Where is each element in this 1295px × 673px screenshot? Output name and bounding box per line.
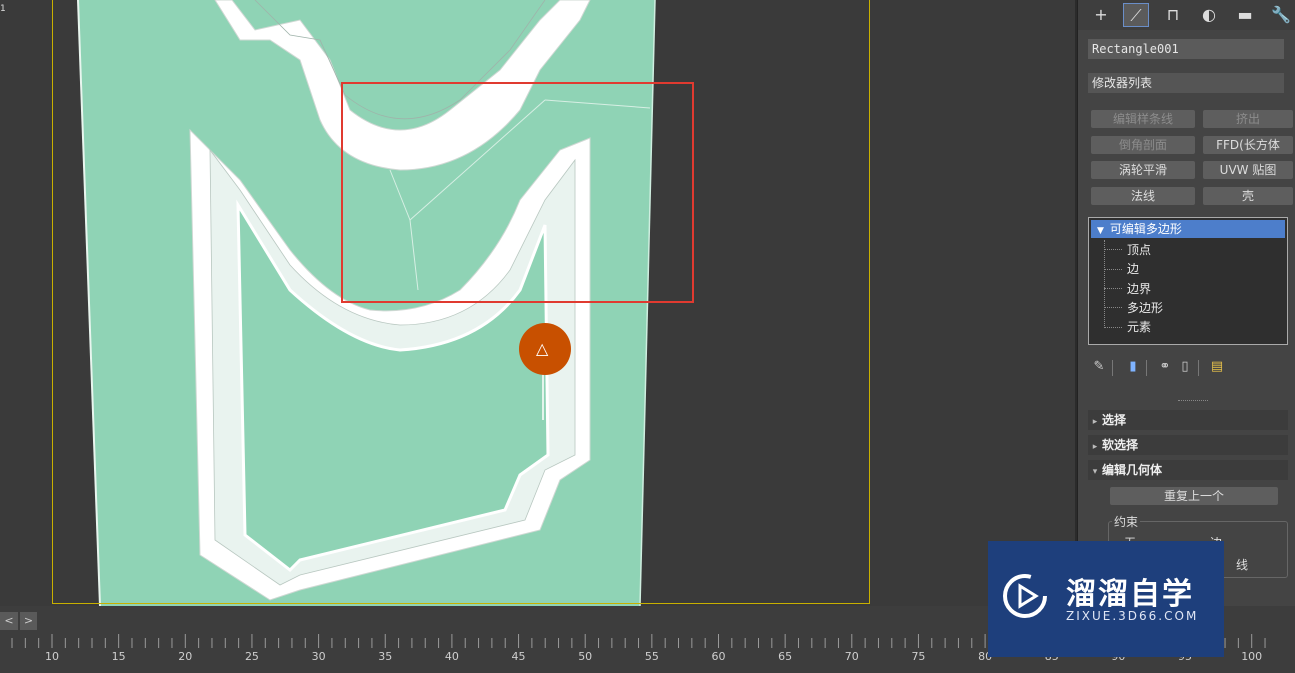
timeline-label: 35 — [378, 650, 393, 663]
command-panel: + ⟋ ⊓ ◐ ▬ 🔧 Rectangle001 修改器列表 编辑样条线 挤出 … — [1077, 0, 1295, 606]
watermark-title: 溜溜自学 — [1066, 577, 1194, 612]
ffd-box-button[interactable]: FFD(长方体 — [1203, 136, 1293, 154]
viewport[interactable]: 1 △ — [0, 0, 1075, 606]
rollout-arrow-icon: ▸ — [1092, 442, 1098, 452]
rollout-label: 编辑几何体 — [1102, 463, 1163, 477]
object-name-field[interactable]: Rectangle001 — [1088, 39, 1284, 59]
stack-sub-element[interactable]: 元素 — [1127, 318, 1151, 335]
selection-rectangle — [341, 82, 694, 303]
stack-sub-border[interactable]: 边界 — [1127, 280, 1151, 297]
shell-button[interactable]: 壳 — [1203, 187, 1293, 205]
watermark-subtitle: ZIXUE.3D66.COM — [1066, 609, 1199, 623]
rollout-arrow-icon: ▾ — [1092, 467, 1098, 477]
timeline-label: 55 — [644, 650, 659, 663]
modifier-stack: ▼ 可编辑多边形 顶点 边 边界 多边形 元素 — [1088, 217, 1288, 345]
rollout-soft-selection[interactable]: ▸ 软选择 — [1088, 435, 1288, 455]
configure-modifier-sets-icon[interactable]: ▤ — [1208, 358, 1226, 376]
motion-tab-icon[interactable]: ◐ — [1196, 3, 1222, 27]
show-end-result-icon[interactable]: ▮ — [1124, 358, 1142, 376]
expand-triangle-icon: ▼ — [1097, 226, 1104, 236]
modifier-list-dropdown[interactable]: 修改器列表 — [1088, 73, 1284, 93]
timeline-label: 100 — [1241, 650, 1263, 663]
watermark: 溜溜自学 ZIXUE.3D66.COM — [988, 541, 1224, 657]
timeline-label: 45 — [511, 650, 526, 663]
timeline-label: 50 — [578, 650, 593, 663]
timeline-label: 10 — [45, 650, 59, 663]
timeline-label: 15 — [111, 650, 126, 663]
stack-tree-line — [1104, 240, 1105, 328]
timeline-prev-button[interactable]: < — [0, 612, 18, 630]
timeline-label: 75 — [911, 650, 926, 663]
uvw-map-button[interactable]: UVW 贴图 — [1203, 161, 1293, 179]
timeline-label: 30 — [311, 650, 326, 663]
stack-sub-polygon[interactable]: 多边形 — [1127, 299, 1163, 316]
cursor-badge: △ — [519, 323, 571, 375]
timeline-next-button[interactable]: > — [20, 612, 37, 630]
rollout-label: 软选择 — [1102, 438, 1139, 452]
rollout-edit-geometry[interactable]: ▾ 编辑几何体 — [1088, 460, 1288, 480]
timeline-label: 70 — [844, 650, 859, 663]
timeline-label: 25 — [244, 650, 259, 663]
stack-sub-edge[interactable]: 边 — [1127, 260, 1139, 277]
command-panel-tabs: + ⟋ ⊓ ◐ ▬ 🔧 — [1078, 0, 1295, 30]
stack-iconbar: ✎ ▮ ⚭ ▯ ▤ — [1090, 358, 1280, 378]
pin-stack-icon[interactable]: ✎ — [1090, 358, 1108, 376]
warning-triangle-icon: △ — [536, 339, 549, 358]
stack-head-label: 可编辑多边形 — [1109, 222, 1182, 236]
timeline-label: 20 — [178, 650, 193, 663]
rollout-selection[interactable]: ▸ 选择 — [1088, 410, 1288, 430]
normal-button[interactable]: 法线 — [1091, 187, 1195, 205]
bevel-profile-button[interactable]: 倒角剖面 — [1091, 136, 1195, 154]
turbosmooth-button[interactable]: 涡轮平滑 — [1091, 161, 1195, 179]
stack-sub-vertex[interactable]: 顶点 — [1127, 241, 1151, 258]
remove-modifier-icon[interactable]: ▯ — [1176, 358, 1194, 376]
hierarchy-tab-icon[interactable]: ⊓ — [1160, 3, 1186, 27]
play-logo-icon — [1003, 574, 1047, 618]
constraint-line-option[interactable]: 线 — [1236, 556, 1248, 573]
utilities-tab-icon[interactable]: 🔧 — [1268, 3, 1294, 27]
timeline-label: 65 — [778, 650, 793, 663]
rollout-arrow-icon: ▸ — [1092, 417, 1098, 427]
constraints-label: 约束 — [1112, 513, 1141, 530]
create-tab-icon[interactable]: + — [1088, 3, 1114, 27]
stack-item-editable-poly[interactable]: ▼ 可编辑多边形 — [1091, 220, 1285, 238]
timeline-label: 60 — [711, 650, 726, 663]
extrude-button[interactable]: 挤出 — [1203, 110, 1293, 128]
display-tab-icon[interactable]: ▬ — [1232, 3, 1258, 27]
make-unique-icon[interactable]: ⚭ — [1156, 358, 1174, 376]
rollout-label: 选择 — [1102, 413, 1127, 427]
modify-tab-icon[interactable]: ⟋ — [1123, 3, 1149, 27]
repeat-last-button[interactable]: 重复上一个 — [1110, 487, 1278, 505]
edit-spline-button[interactable]: 编辑样条线 — [1091, 110, 1195, 128]
timeline-label: 40 — [444, 650, 459, 663]
